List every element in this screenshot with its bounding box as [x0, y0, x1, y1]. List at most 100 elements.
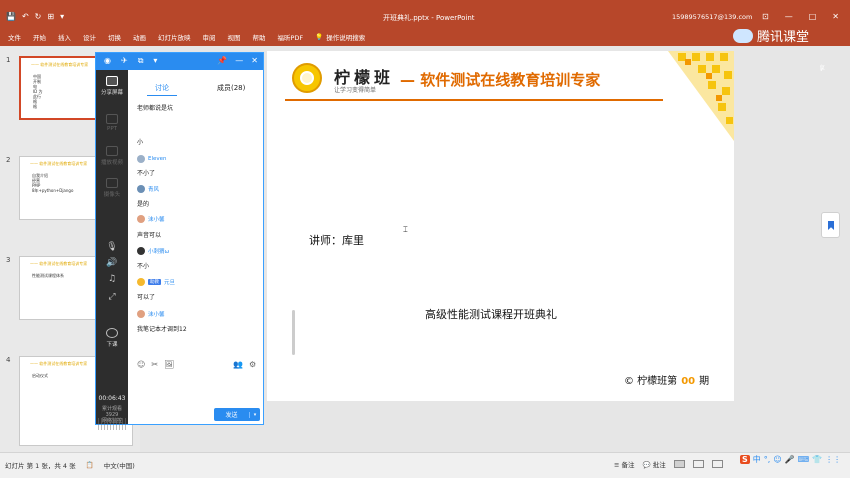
tab-help[interactable]: 帮助	[253, 32, 266, 42]
reading-view-icon[interactable]	[711, 460, 723, 468]
tell-me-label: 操作说明搜索	[326, 34, 366, 42]
chat-message: 声音可以	[137, 232, 162, 239]
chat-username: Eleven	[148, 156, 167, 162]
notes-label: 备注	[621, 461, 635, 469]
tab-animations[interactable]: 动画	[133, 32, 146, 42]
tencent-classroom-watermark: 腾讯课堂	[733, 26, 809, 45]
normal-view-icon[interactable]	[673, 460, 685, 468]
ime-punctuation-icon[interactable]: °,	[764, 455, 771, 464]
footer-number: 00	[681, 376, 696, 387]
window-icon[interactable]: ⧉	[138, 56, 144, 66]
ime-skin-icon[interactable]: 👕	[812, 455, 822, 464]
speaker-icon[interactable]: 🔊	[96, 258, 128, 268]
microphone-icon[interactable]: 🎙	[96, 242, 128, 252]
scissors-icon[interactable]: ✂	[151, 360, 158, 369]
thumbnail-number: 3	[6, 256, 11, 264]
lemon-logo-center	[300, 71, 314, 85]
account-name[interactable]: 15989576517@139.com	[672, 13, 752, 21]
tab-discussion[interactable]: 讨论	[155, 83, 169, 93]
lightbulb-icon: 💡	[315, 33, 324, 41]
ime-chinese-icon[interactable]: 中	[753, 454, 761, 465]
logo-slogan: 让学习变得简单	[334, 87, 377, 94]
share-screen-label: 分享屏幕	[100, 90, 123, 96]
chat-username: 沫小馨	[148, 217, 165, 223]
tab-review[interactable]: 审阅	[203, 32, 216, 42]
save-icon[interactable]: 💾	[6, 12, 16, 21]
chat-username: 小刺猬ω	[148, 249, 170, 255]
panel-window-controls: 📌 — ✕	[217, 56, 258, 65]
tab-members[interactable]: 成员(28)	[217, 83, 245, 93]
tell-me-search[interactable]: 💡 操作说明搜索	[315, 32, 365, 42]
emoji-icon[interactable]: ☺	[137, 360, 145, 369]
panel-close-icon[interactable]: ✕	[251, 56, 258, 65]
tab-slideshow[interactable]: 幻灯片放映	[158, 32, 191, 42]
ime-menu-icon[interactable]: ⋮⋮	[825, 455, 841, 464]
chat-user[interactable]: Eleven	[137, 155, 167, 163]
chat-tools: ☺ ✂ 🖼	[137, 360, 174, 369]
chat-user[interactable]: 沫小馨	[137, 215, 165, 223]
slide-sorter-view-icon[interactable]	[692, 460, 704, 468]
status-left: 幻灯片 第 1 张，共 4 张 📋 中文(中国)	[5, 460, 135, 470]
ime-keyboard-icon[interactable]: ⌨	[798, 455, 810, 464]
share-screen-button[interactable]: 分享屏幕	[96, 76, 128, 96]
close-icon[interactable]: ✕	[832, 12, 839, 21]
settings-gear-icon[interactable]: ⚙	[249, 360, 256, 369]
music-icon[interactable]: ♫	[96, 274, 128, 284]
pin-icon[interactable]: 📌	[217, 56, 227, 65]
minimize-icon[interactable]: —	[785, 12, 793, 21]
ribbon-display-icon[interactable]: ⊡	[762, 12, 769, 21]
redo-icon[interactable]: ↻	[35, 12, 42, 21]
chevron-down-icon[interactable]: ▾	[153, 56, 157, 66]
expand-icon[interactable]: ⤢	[96, 292, 128, 302]
quick-access-toolbar: 💾 ↶ ↻ ⊞ ▾	[6, 12, 64, 21]
ribbon-tabs: 文件 开始 插入 设计 切换 动画 幻灯片放映 审阅 视图 帮助 福昕PDF 💡…	[8, 32, 365, 42]
panel-toolbar: ◉ ✈ ⧉ ▾ 📌 — ✕	[96, 53, 263, 70]
chat-user[interactable]: 沫小馨	[137, 310, 165, 318]
tab-foxit-pdf[interactable]: 福昕PDF	[278, 32, 304, 42]
ime-emoji-icon[interactable]: ☺	[773, 455, 781, 464]
maximize-icon[interactable]: □	[809, 12, 817, 21]
tab-insert[interactable]: 插入	[58, 32, 71, 42]
chat-user[interactable]: 小刺猬ω	[137, 247, 169, 255]
chat-scrollbar[interactable]	[292, 310, 295, 355]
tab-file[interactable]: 文件	[8, 32, 21, 42]
image-icon[interactable]: 🖼	[164, 360, 174, 369]
send-options-chevron-icon[interactable]: ▾	[249, 411, 260, 418]
ppt-button[interactable]: PPT	[96, 114, 128, 132]
bookmark-icon	[828, 221, 834, 230]
thumbnail-header: —— 软件测试在线教育培训专家	[30, 161, 88, 166]
send-plane-icon[interactable]: ✈	[121, 56, 128, 66]
tab-view[interactable]: 视图	[228, 32, 241, 42]
mouse-cursor-icon: ⌶	[403, 225, 408, 234]
tab-home[interactable]: 开始	[33, 32, 46, 42]
ime-voice-icon[interactable]: 🎤	[785, 455, 795, 464]
notes-button[interactable]: ≡ 备注	[614, 459, 635, 469]
panel-minimize-icon[interactable]: —	[235, 56, 243, 65]
present-icon[interactable]: ⊞	[47, 12, 54, 21]
language-status[interactable]: 中文(中国)	[104, 460, 135, 470]
tab-transitions[interactable]: 切换	[108, 32, 121, 42]
customize-chevron-icon[interactable]: ▾	[60, 12, 64, 21]
status-right: ≡ 备注 💬 批注	[614, 459, 723, 469]
end-class-button[interactable]: 下课	[96, 328, 128, 348]
chat-user[interactable]: 助教 元旦	[137, 278, 175, 286]
members-icon[interactable]: 👥	[233, 360, 243, 369]
comments-button[interactable]: 💬 批注	[643, 459, 666, 469]
undo-icon[interactable]: ↶	[22, 12, 29, 21]
document-title: 开班典礼.pptx - PowerPoint	[383, 14, 475, 22]
send-button[interactable]: 发送 ▾	[214, 408, 260, 421]
assistant-badge: 助教	[148, 279, 161, 285]
send-label: 发送	[225, 412, 238, 419]
tab-design[interactable]: 设计	[83, 32, 96, 42]
signal-icon[interactable]: ◉	[104, 56, 111, 66]
video-icon	[106, 146, 118, 156]
current-slide[interactable]	[267, 51, 734, 401]
chat-message: 老师都说是坑	[137, 105, 174, 112]
sogou-ime-icon[interactable]: S	[740, 455, 750, 464]
spellcheck-icon[interactable]: 📋	[86, 461, 94, 469]
bookmark-button[interactable]	[821, 212, 840, 238]
camera-button[interactable]: 摄像头	[96, 178, 128, 198]
play-video-button[interactable]: 播放视频	[96, 146, 128, 166]
header-divider	[285, 99, 663, 101]
chat-user[interactable]: 青风	[137, 185, 159, 193]
